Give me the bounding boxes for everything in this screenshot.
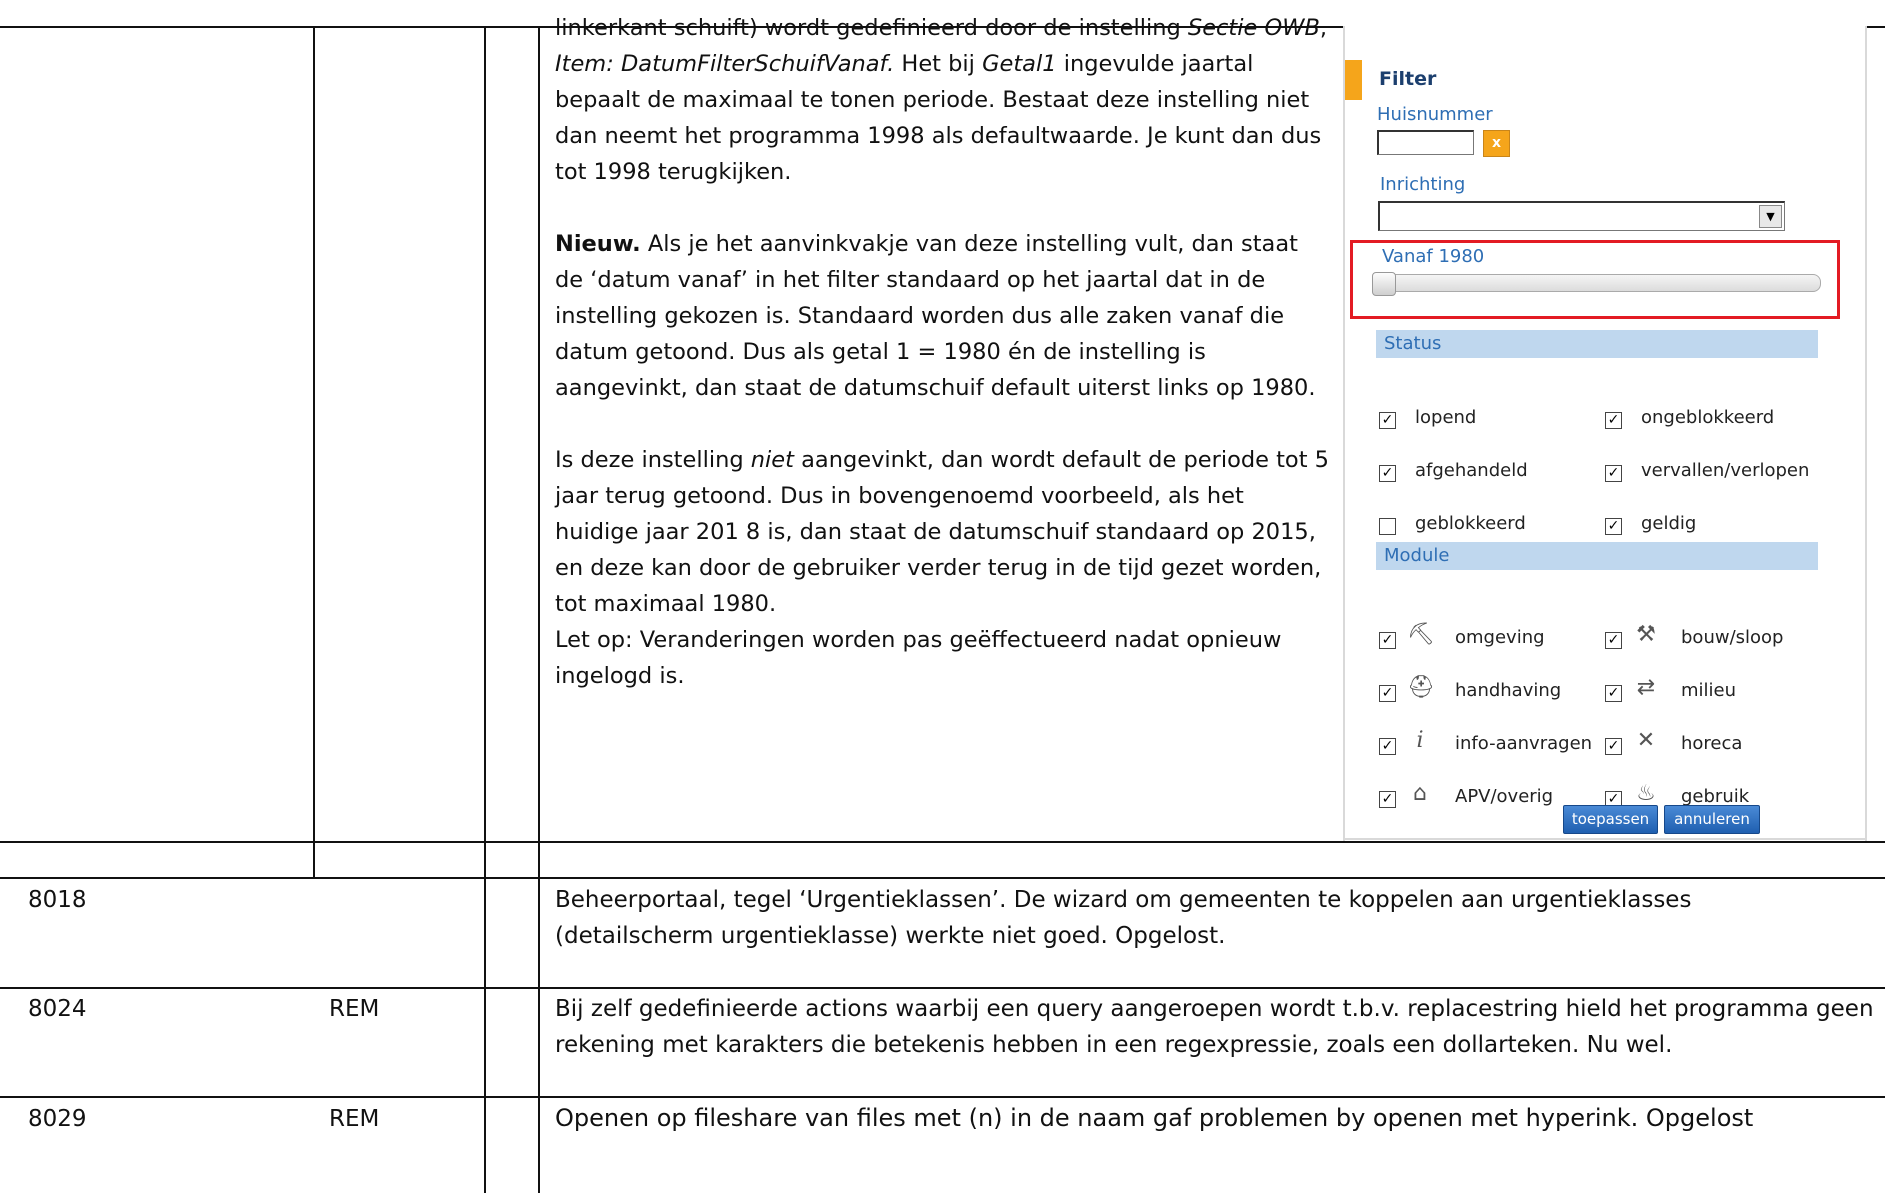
- cutlery-icon: ✕: [1636, 728, 1656, 753]
- cancel-button[interactable]: annuleren: [1664, 805, 1760, 834]
- row-code: REM: [329, 996, 380, 1022]
- fire-icon: ♨: [1636, 781, 1656, 806]
- text-run: ,: [1319, 15, 1328, 41]
- status-checkbox[interactable]: [1379, 518, 1396, 535]
- row-code: REM: [329, 1106, 380, 1132]
- description-text: linkerkant schuift) wordt gedefinieerd d…: [555, 10, 1330, 694]
- paragraph: Nieuw. Als je het aanvinkvakje van deze …: [555, 226, 1330, 406]
- module-label: omgeving: [1455, 627, 1545, 648]
- emphasis: niet: [750, 447, 794, 473]
- status-checkbox[interactable]: ✓: [1605, 518, 1622, 535]
- status-header: Status: [1376, 330, 1818, 358]
- module-checkbox[interactable]: ✓: [1605, 738, 1622, 755]
- row-id: 8024: [28, 996, 87, 1022]
- slider-handle[interactable]: [1372, 272, 1396, 296]
- paragraph: Is deze instelling niet aangevinkt, dan …: [555, 442, 1330, 622]
- filter-title: Filter: [1379, 68, 1437, 90]
- new-label: Nieuw.: [555, 231, 641, 257]
- status-checkbox[interactable]: ✓: [1605, 465, 1622, 482]
- text-run: Het bij: [894, 51, 983, 77]
- module-label: milieu: [1681, 680, 1737, 701]
- table-border: [0, 987, 1885, 989]
- row-description: Bij zelf gedefinieerde actions waarbij e…: [555, 996, 1874, 1058]
- status-label: afgehandeld: [1415, 460, 1528, 481]
- apply-button[interactable]: toepassen: [1563, 805, 1658, 834]
- table-border: [0, 1096, 1885, 1098]
- status-checkbox[interactable]: ✓: [1379, 412, 1396, 429]
- inspector-icon: ⛑: [1407, 675, 1435, 700]
- module-label: bouw/sloop: [1681, 627, 1784, 648]
- vanaf-label: Vanaf 1980: [1382, 246, 1485, 267]
- text-run: Is deze instelling: [555, 447, 751, 473]
- module-label: APV/overig: [1455, 786, 1554, 807]
- column-divider: [313, 26, 315, 877]
- chevron-down-icon[interactable]: ▼: [1759, 205, 1782, 228]
- module-label: info-aanvragen: [1455, 733, 1593, 754]
- module-header: Module: [1376, 542, 1818, 570]
- tools-icon: ⚒: [1636, 622, 1656, 647]
- paragraph: linkerkant schuift) wordt gedefinieerd d…: [555, 10, 1330, 190]
- status-label: ongeblokkeerd: [1641, 407, 1775, 428]
- status-label: geldig: [1641, 513, 1697, 534]
- row-description: Beheerportaal, tegel ‘Urgentieklassen’. …: [555, 887, 1692, 949]
- module-checkbox[interactable]: ✓: [1379, 738, 1396, 755]
- text-run: linkerkant schuift) wordt gedefinieerd d…: [555, 15, 1188, 41]
- worker-icon: ⛏: [1407, 622, 1435, 647]
- module-checkbox[interactable]: ✓: [1605, 632, 1622, 649]
- huisnummer-label: Huisnummer: [1377, 104, 1493, 125]
- module-checkbox[interactable]: ✓: [1379, 791, 1396, 808]
- module-checkbox[interactable]: ✓: [1605, 685, 1622, 702]
- date-slider[interactable]: [1372, 272, 1821, 296]
- text-run: Als je het aanvinkvakje van deze instell…: [555, 231, 1316, 401]
- inrichting-label: Inrichting: [1380, 174, 1466, 195]
- status-checkbox[interactable]: ✓: [1379, 465, 1396, 482]
- module-label: handhaving: [1455, 680, 1562, 701]
- accent-bar: [1345, 60, 1362, 100]
- recycle-icon: ⇄: [1636, 675, 1656, 700]
- module-checkbox[interactable]: ✓: [1379, 685, 1396, 702]
- row-id: 8029: [28, 1106, 87, 1132]
- setting-section: Sectie OWB: [1187, 15, 1320, 41]
- column-divider: [484, 26, 486, 1193]
- setting-field: Getal1: [982, 51, 1057, 77]
- inrichting-select[interactable]: ▼: [1378, 201, 1785, 231]
- status-label: lopend: [1415, 407, 1477, 428]
- module-label: gebruik: [1681, 786, 1750, 807]
- module-label: horeca: [1681, 733, 1743, 754]
- status-checkbox[interactable]: ✓: [1605, 412, 1622, 429]
- module-checkbox[interactable]: ✓: [1379, 632, 1396, 649]
- row-id: 8018: [28, 887, 87, 913]
- filter-panel-screenshot: Filter Huisnummer x Inrichting ▼ Vanaf 1…: [1343, 26, 1867, 841]
- table-border: [0, 877, 1885, 879]
- market-stall-icon: ⌂: [1413, 781, 1427, 806]
- setting-item: Item: DatumFilterSchuifVanaf.: [555, 51, 895, 77]
- info-icon: i: [1416, 728, 1424, 753]
- status-label: vervallen/verlopen: [1641, 460, 1810, 481]
- status-label: geblokkeerd: [1415, 513, 1526, 534]
- column-divider: [538, 26, 540, 1193]
- row-description: Openen op fileshare van files met (n) in…: [555, 1104, 1754, 1132]
- paragraph: Let op: Veranderingen worden pas geëffec…: [555, 627, 1282, 689]
- huisnummer-input[interactable]: [1377, 130, 1474, 155]
- clear-huisnummer-button[interactable]: x: [1483, 130, 1510, 157]
- table-border: [0, 841, 1885, 843]
- panel-bottom-border: [1345, 838, 1865, 840]
